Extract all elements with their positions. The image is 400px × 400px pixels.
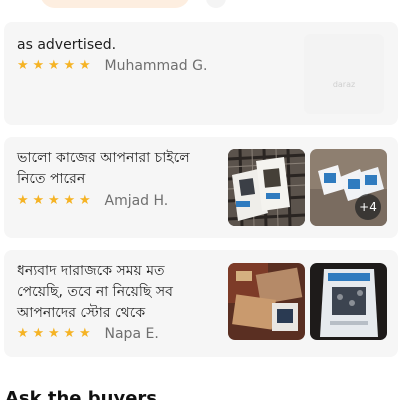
review-text: ভালো কাজের আপনারা চাইলে নিতে পারেন bbox=[17, 150, 190, 187]
star-icon: ★ bbox=[17, 58, 29, 73]
rating-row: ★ ★ ★ ★ ★ Napa E. bbox=[17, 326, 159, 342]
star-rating: ★ ★ ★ ★ ★ bbox=[17, 59, 95, 73]
star-icon: ★ bbox=[17, 326, 29, 341]
review-card: ভালো কাজের আপনারা চাইলে নিতে পারেন ★ ★ ★… bbox=[4, 137, 398, 238]
review-text: ধন্যবাদ দারাজকে সময় মত পেয়েছি, তবে না … bbox=[17, 263, 173, 321]
package-contents-photo-icon bbox=[228, 263, 305, 340]
review-photo-thumbnail[interactable]: +4 bbox=[310, 149, 387, 226]
placeholder-logo-text: daraz bbox=[332, 80, 356, 89]
star-rating: ★ ★ ★ ★ ★ bbox=[17, 327, 95, 341]
filter-chip-secondary[interactable] bbox=[206, 0, 226, 8]
star-icon: ★ bbox=[63, 193, 76, 208]
seed-packet-photo-icon bbox=[310, 263, 387, 340]
star-icon: ★ bbox=[48, 326, 60, 341]
star-icon: ★ bbox=[32, 58, 45, 73]
image-placeholder: daraz bbox=[304, 34, 384, 114]
review-text: as advertised. bbox=[17, 37, 117, 53]
star-icon: ★ bbox=[48, 193, 60, 208]
reviewer-name: Napa E. bbox=[104, 326, 159, 342]
star-icon: ★ bbox=[79, 58, 91, 73]
more-photos-badge[interactable]: +4 bbox=[355, 194, 381, 220]
star-icon: ★ bbox=[79, 193, 91, 208]
seed-packets-photo-icon bbox=[228, 149, 305, 226]
filter-chip[interactable] bbox=[40, 0, 190, 8]
star-icon: ★ bbox=[17, 193, 29, 208]
review-card: ধন্যবাদ দারাজকে সময় মত পেয়েছি, তবে না … bbox=[4, 250, 398, 357]
reviewer-name: Muhammad G. bbox=[104, 58, 208, 74]
star-icon: ★ bbox=[32, 326, 45, 341]
star-icon: ★ bbox=[63, 326, 76, 341]
review-photo-thumbnail[interactable] bbox=[310, 263, 387, 340]
star-icon: ★ bbox=[48, 58, 60, 73]
reviewer-name: Amjad H. bbox=[104, 193, 169, 209]
star-icon: ★ bbox=[63, 58, 76, 73]
rating-row: ★ ★ ★ ★ ★ Muhammad G. bbox=[17, 58, 208, 74]
star-icon: ★ bbox=[79, 326, 91, 341]
star-icon: ★ bbox=[32, 193, 45, 208]
review-card: as advertised. ★ ★ ★ ★ ★ Muhammad G. dar… bbox=[4, 22, 398, 125]
review-photo-thumbnail[interactable] bbox=[228, 149, 305, 226]
star-rating: ★ ★ ★ ★ ★ bbox=[17, 194, 95, 208]
rating-row: ★ ★ ★ ★ ★ Amjad H. bbox=[17, 193, 169, 209]
section-title-ask-buyers: Ask the buyers bbox=[5, 388, 158, 400]
review-photo-thumbnail[interactable] bbox=[228, 263, 305, 340]
